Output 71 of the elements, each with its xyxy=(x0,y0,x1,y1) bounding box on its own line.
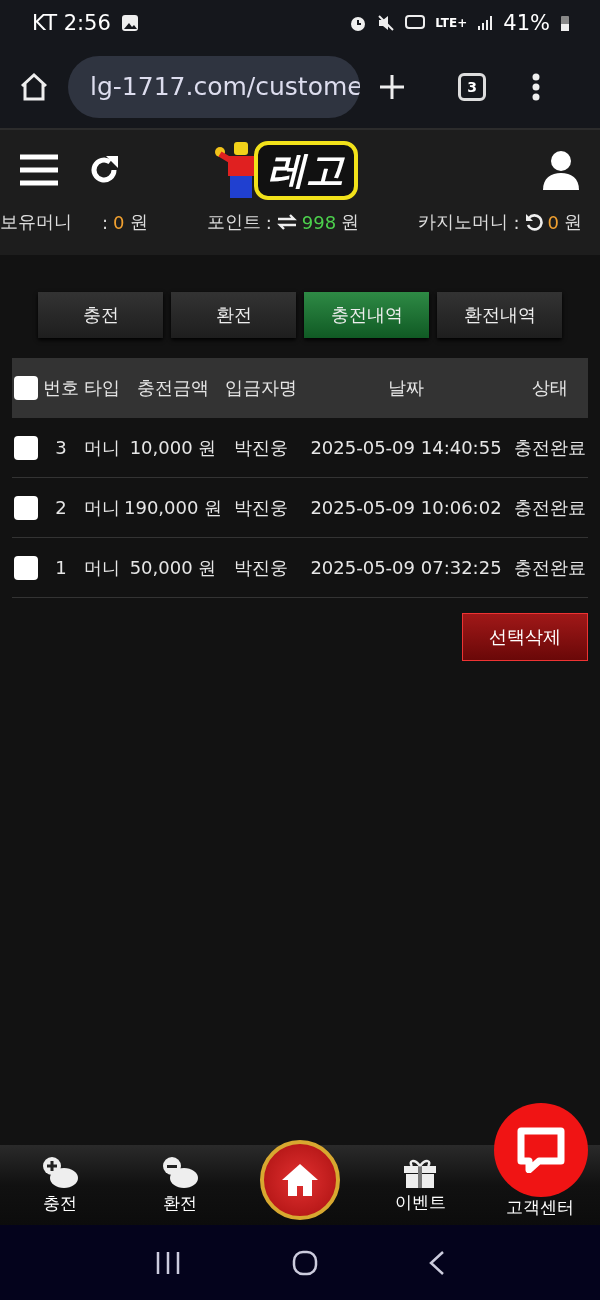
table-cell-text: 1 xyxy=(54,557,68,578)
table-cell-text: 2025-05-09 14:40:55 xyxy=(309,437,503,458)
currency-unit: 원 xyxy=(129,210,148,234)
table-cell-text: 머니 xyxy=(83,435,121,460)
balance-value: 0 xyxy=(547,211,559,233)
balance-separator: : xyxy=(102,211,109,233)
chat-bubble-icon xyxy=(517,1127,565,1173)
table-cell-text: 박진웅 xyxy=(233,495,289,520)
table-cell-text: 2025-05-09 10:06:02 xyxy=(309,497,503,518)
tab-count-button[interactable]: 3 xyxy=(458,72,486,101)
delete-selected-button[interactable]: 선택삭제 xyxy=(462,613,588,661)
more-menu-icon[interactable] xyxy=(532,72,540,101)
balance-separator: : xyxy=(513,211,520,233)
balance-label: 포인트 xyxy=(206,210,261,234)
table-cell-text: 박진웅 xyxy=(233,435,289,460)
exchange-nav-button[interactable]: 환전 xyxy=(120,1155,240,1215)
table-cell-text: 머니 xyxy=(83,555,121,580)
table-cell-text: 10,000 원 xyxy=(128,435,218,460)
network-type: LTE+ xyxy=(435,15,468,30)
currency-unit: 원 xyxy=(341,210,360,234)
menu-icon[interactable] xyxy=(20,154,58,186)
currency-unit: 원 xyxy=(564,210,582,234)
balance-separator: : xyxy=(265,211,272,233)
select-all-checkbox[interactable] xyxy=(14,376,38,400)
row-checkbox[interactable] xyxy=(14,435,38,460)
battery-icon xyxy=(560,13,570,32)
tab[interactable]: 충전내역 xyxy=(304,292,429,338)
row-checkbox[interactable] xyxy=(14,555,38,580)
table-cell-text: 박진웅 xyxy=(233,555,289,580)
tab[interactable]: 환전내역 xyxy=(437,292,562,338)
recent-apps-icon[interactable] xyxy=(155,1250,182,1275)
carrier-time: KT 2:56 xyxy=(32,10,111,35)
balance-value: 998 xyxy=(301,211,337,233)
undo-icon xyxy=(524,213,543,231)
column-header: 입금자명 xyxy=(224,376,298,400)
site-logo[interactable]: 레고 xyxy=(214,140,358,200)
row-checkbox[interactable] xyxy=(14,495,38,520)
table-cell-text: 충전완료 xyxy=(513,435,587,460)
table-cell-text: 50,000 원 xyxy=(128,555,218,580)
home-icon[interactable] xyxy=(18,70,50,103)
battery-percent: 41% xyxy=(503,10,550,35)
balance-label: 보유머니 xyxy=(0,210,72,234)
column-header: 상태 xyxy=(531,376,569,400)
support-nav-button[interactable]: 고객센터 xyxy=(506,1196,574,1219)
hd-icon xyxy=(405,14,426,31)
table-cell-text: 2 xyxy=(54,497,68,518)
charge-nav-button[interactable]: 충전 xyxy=(0,1155,120,1215)
column-header: 날짜 xyxy=(387,376,425,400)
table-cell-text: 3 xyxy=(54,437,68,458)
home-icon xyxy=(280,1162,320,1198)
new-tab-icon[interactable] xyxy=(378,72,406,101)
signal-icon xyxy=(477,14,494,31)
tab[interactable]: 환전 xyxy=(171,292,296,338)
table-cell-text: 충전완료 xyxy=(513,555,587,580)
image-icon xyxy=(120,13,139,32)
table-cell-text: 머니 xyxy=(83,495,121,520)
user-icon[interactable] xyxy=(542,150,580,190)
logo-text: 레고 xyxy=(254,140,358,200)
back-icon[interactable] xyxy=(428,1249,445,1276)
tab[interactable]: 충전 xyxy=(38,292,163,338)
column-header: 충전금액 xyxy=(136,376,210,400)
mute-icon xyxy=(377,13,396,32)
column-header: 타입 xyxy=(83,376,121,400)
event-nav-button[interactable]: 이벤트 xyxy=(360,1156,480,1214)
balance-label: 카지노머니 xyxy=(418,210,509,234)
exchange-arrows-icon xyxy=(276,214,297,230)
table-cell-text: 2025-05-09 07:32:25 xyxy=(309,557,503,578)
table-cell: 190,000 원 xyxy=(124,495,222,520)
column-header: 번호 xyxy=(42,376,80,400)
table-cell-text: 충전완료 xyxy=(513,495,587,520)
balance-value: 0 xyxy=(113,211,125,233)
